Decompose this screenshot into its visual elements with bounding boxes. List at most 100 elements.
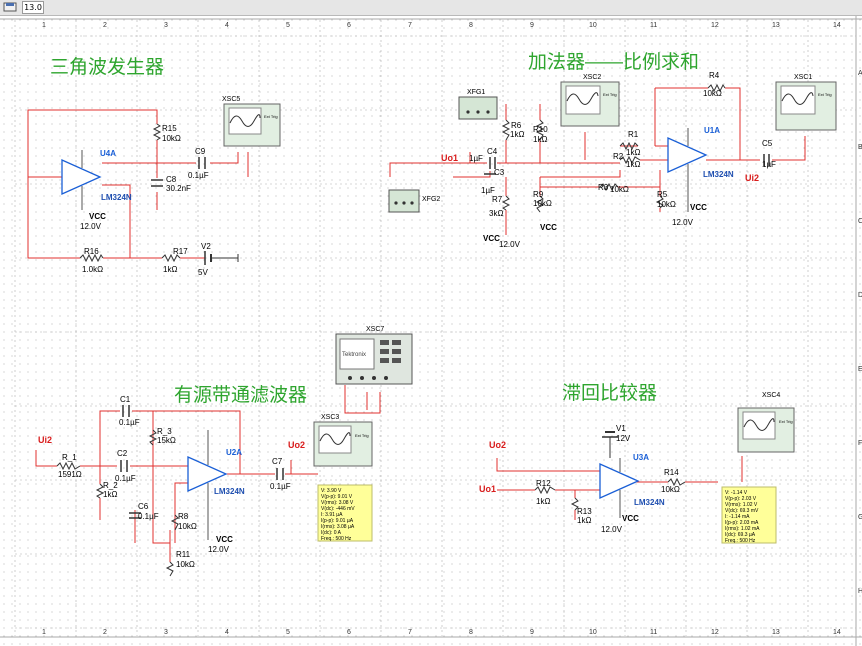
r_3-value: 15kΩ	[157, 436, 176, 445]
oscilloscope-xsc3[interactable]: XSC3 Ext Trig	[313, 414, 373, 467]
oscilloscope-xsc1[interactable]: XSC1 Ext Trig	[775, 74, 837, 131]
r5-ref: R5	[657, 190, 668, 199]
xsc3-label: XSC3	[321, 414, 339, 421]
resistor-r14[interactable]: R14 10kΩ	[661, 468, 686, 494]
resistor-r_3[interactable]: R_3 15kΩ	[148, 427, 176, 446]
ruler-row-d: D	[858, 292, 862, 299]
r4-ref: R4	[709, 71, 720, 80]
r9-ref: R9	[533, 190, 544, 199]
zoom-level[interactable]: 13.0	[22, 1, 44, 14]
resistor-r10[interactable]: R10 1kΩ	[533, 119, 548, 144]
vcc-label-u3a: VCC	[622, 514, 639, 523]
oscilloscope-xsc5[interactable]: XSC5 Ext Trig	[222, 96, 281, 147]
capacitor-c6[interactable]: C6 0.1µF	[129, 502, 159, 521]
xsc1-label: XSC1	[794, 74, 812, 81]
c2-ref: C2	[117, 449, 128, 458]
r2-ref: R2	[613, 152, 624, 161]
c1-ref: C1	[120, 395, 131, 404]
probe-ui2-bandpass[interactable]: Ui2	[38, 435, 52, 445]
opamp-u2a[interactable]: U2A LM324N VCC 12.0V	[187, 430, 245, 554]
resistor-r4[interactable]: R4 10kΩ	[703, 71, 726, 98]
c4-value: 1µF	[469, 154, 483, 163]
vcc-volt-u2a: 12.0V	[208, 545, 230, 554]
resistor-r9[interactable]: R9 10kΩ	[533, 190, 552, 213]
ruler-bottom-5: 5	[286, 629, 290, 636]
resistor-r17[interactable]: R17 1kΩ	[161, 247, 188, 274]
c1-value: 0.1µF	[119, 418, 140, 427]
probe-ui2-adder[interactable]: Ui2	[745, 173, 759, 183]
vcc-label-u4a: VCC	[89, 212, 106, 221]
opamp-u4a[interactable]: U4A LM324N VCC 12.0V	[61, 149, 132, 231]
function-generator-xfg1[interactable]: XFG1	[458, 89, 498, 120]
capacitor-c3[interactable]: C3 1µF	[481, 168, 505, 195]
r10-value: 1kΩ	[533, 135, 547, 144]
resistor-r8[interactable]: R8 10kΩ	[170, 512, 197, 531]
ruler-bottom-13: 13	[772, 629, 780, 636]
c4-ref: C4	[487, 147, 498, 156]
probe-uo2-bandpass[interactable]: Uo2	[288, 440, 305, 450]
r17-ref: R17	[173, 247, 188, 256]
r14-value: 10kΩ	[661, 485, 680, 494]
r6-ref: R6	[511, 121, 522, 130]
probe-readout-right[interactable]: V: -1.14 V V(p-p): 2.03 V V(rms): 1.02 V…	[721, 486, 777, 544]
title-comparator: 滞回比较器	[562, 382, 657, 404]
resistor-r5[interactable]: R5 10kΩ	[655, 190, 676, 209]
vcc-label-u2a: VCC	[216, 535, 233, 544]
r_2-ref: R_2	[103, 481, 118, 490]
xsc1-ext-trig: Ext Trig	[818, 92, 832, 97]
probe-readout-left[interactable]: V: 3.90 V V(p-p): 9.01 V V(rms): 3.08 V …	[317, 484, 373, 542]
xsc2-label: XSC2	[583, 74, 601, 81]
opamp-u3a[interactable]: U3A LM324N VCC 12.0V	[599, 453, 665, 534]
probe-uo1-comparator-label: Uo1	[479, 484, 496, 494]
capacitor-c5[interactable]: C5 1µF	[762, 139, 776, 169]
function-generator-xfg2[interactable]: XFG2	[388, 189, 440, 213]
ruler-row-a: A	[858, 70, 862, 77]
resistor-r16[interactable]: R16 1.0kΩ	[79, 247, 104, 274]
oscilloscope-xsc2[interactable]: XSC2 Ext Trig	[560, 74, 620, 127]
c9-value: 0.1µF	[188, 171, 209, 180]
ruler-row-e: E	[858, 366, 862, 373]
r6-value: 1kΩ	[510, 130, 524, 139]
readout-right-8: Freq.: 500 Hz	[725, 538, 756, 544]
ruler-bottom-12: 12	[711, 629, 719, 636]
opamp-u1a[interactable]: U1A LM324N VCC 12.0V	[667, 126, 734, 227]
battery-v2[interactable]: V2 5V	[198, 242, 239, 277]
probe-uo1-comparator[interactable]: Uo1	[479, 484, 496, 494]
vcc-adder-left: VCC 12.0V VCC	[483, 223, 557, 249]
resistor-r12[interactable]: R12 1kΩ	[534, 479, 556, 506]
xsc5-label: XSC5	[222, 96, 240, 103]
resistor-r3[interactable]: R3 10kΩ	[598, 182, 629, 194]
r11-ref: R11	[176, 550, 191, 559]
ruler-row-b: B	[858, 144, 862, 151]
ruler-bottom-7: 7	[408, 629, 412, 636]
schematic-canvas[interactable]: 1 2 3 4 5 6 7 8 9 10 11 12 13 14 1 2 3 4…	[0, 16, 862, 646]
c8-value: 30.2nF	[166, 184, 191, 193]
vcc-label-adder-a: VCC	[483, 234, 500, 243]
probe-uo1-adder[interactable]: Uo1	[441, 153, 458, 163]
probe-uo2-bandpass-label: Uo2	[288, 440, 305, 450]
r11-value: 10kΩ	[176, 560, 195, 569]
opamp-ref-u3a: U3A	[633, 453, 649, 462]
capacitor-c4[interactable]: C4 1µF	[469, 147, 498, 169]
vcc-volt-u4a: 12.0V	[80, 222, 102, 231]
ruler-bottom-9: 9	[530, 629, 534, 636]
resistor-r6[interactable]: R6 1kΩ	[501, 119, 524, 141]
resistor-r_1[interactable]: R_1 1591Ω	[56, 453, 82, 479]
probe-uo2-comparator[interactable]: Uo2	[489, 440, 506, 450]
r8-ref: R8	[178, 512, 189, 521]
r15-ref: R15	[162, 124, 177, 133]
r3-value: 10kΩ	[610, 185, 629, 194]
oscilloscope-xsc4[interactable]: XSC4 Ext Trig	[737, 392, 795, 453]
battery-v1[interactable]: V1 12V	[602, 424, 631, 458]
resistor-r15[interactable]: R15 10kΩ	[152, 123, 181, 143]
ruler-col-1: 1	[42, 22, 46, 29]
ruler-col-8: 8	[469, 22, 473, 29]
oscilloscope-xsc7[interactable]: XSC7 Tektronix	[335, 326, 413, 385]
r5-value: 10kΩ	[657, 200, 676, 209]
opamp-ref-u1a: U1A	[704, 126, 720, 135]
r_1-value: 1591Ω	[58, 470, 82, 479]
c3-ref: C3	[494, 168, 505, 177]
xfg2-label: XFG2	[422, 196, 440, 203]
save-icon[interactable]	[3, 2, 17, 12]
c5-value: 1µF	[762, 160, 776, 169]
